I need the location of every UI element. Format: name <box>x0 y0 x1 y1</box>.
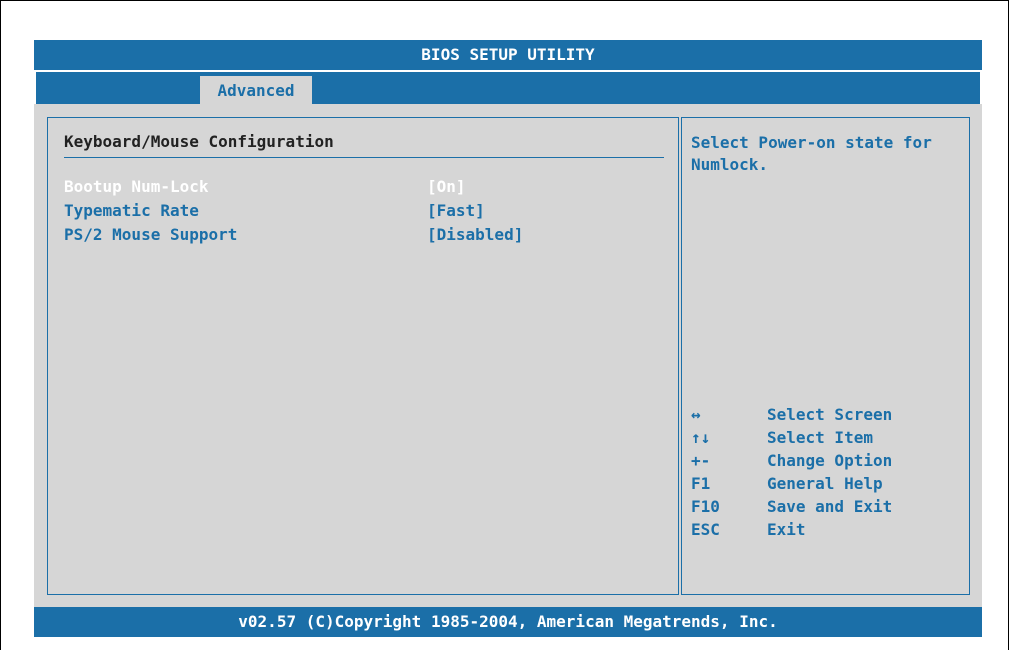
key-label: ESC <box>691 520 720 539</box>
key-row-general-help: F1 General Help <box>691 472 961 495</box>
key-row-select-item: ↑↓ Select Item <box>691 426 961 449</box>
key-legend: ↔ Select Screen ↑↓ Select Item +- Change… <box>691 403 961 541</box>
setting-label: PS/2 Mouse Support <box>64 225 238 244</box>
setting-label: Bootup Num-Lock <box>64 177 209 196</box>
key-row-change-option: +- Change Option <box>691 449 961 472</box>
key-action: Select Item <box>767 428 873 447</box>
key-action: Select Screen <box>767 405 893 424</box>
key-row-save-and-exit: F10 Save and Exit <box>691 495 961 518</box>
setting-value[interactable]: [Disabled] <box>427 223 523 247</box>
tab-bar-edge-right <box>980 72 982 104</box>
setting-typematic-rate[interactable]: Typematic Rate [Fast] <box>64 199 664 223</box>
setting-bootup-num-lock[interactable]: Bootup Num-Lock [On] <box>64 175 664 199</box>
help-panel: Select Power-on state for Numlock. ↔ Sel… <box>681 117 970 595</box>
key-label: F10 <box>691 497 720 516</box>
settings-panel: Keyboard/Mouse Configuration Bootup Num-… <box>47 117 679 595</box>
key-action: Save and Exit <box>767 497 893 516</box>
setting-ps2-mouse-support[interactable]: PS/2 Mouse Support [Disabled] <box>64 223 664 247</box>
title-bar: BIOS SETUP UTILITY <box>34 40 982 70</box>
settings-list: Bootup Num-Lock [On] Typematic Rate [Fas… <box>64 175 664 247</box>
window-title: BIOS SETUP UTILITY <box>421 45 595 64</box>
key-action: General Help <box>767 474 883 493</box>
section-divider <box>64 157 664 158</box>
tab-bar-edge-left <box>34 72 36 104</box>
key-action: Change Option <box>767 451 893 470</box>
setting-label: Typematic Rate <box>64 201 199 220</box>
left-right-arrow-icon: ↔ <box>691 405 701 424</box>
setting-value[interactable]: [Fast] <box>427 199 485 223</box>
key-action: Exit <box>767 520 806 539</box>
tab-advanced[interactable]: Advanced <box>200 76 312 106</box>
key-label: F1 <box>691 474 711 493</box>
key-label: +- <box>691 451 711 470</box>
copyright-text: v02.57 (C)Copyright 1985-2004, American … <box>238 612 778 631</box>
bios-window: BIOS SETUP UTILITY Advanced Keyboard/Mou… <box>34 40 982 637</box>
footer-bar: v02.57 (C)Copyright 1985-2004, American … <box>34 607 982 637</box>
up-down-arrow-icon: ↑↓ <box>691 428 711 447</box>
help-text: Select Power-on state for Numlock. <box>691 133 932 174</box>
section-title: Keyboard/Mouse Configuration <box>64 132 334 151</box>
key-row-select-screen: ↔ Select Screen <box>691 403 961 426</box>
tab-advanced-label: Advanced <box>217 81 295 100</box>
tab-bar: Advanced <box>34 70 982 106</box>
key-row-exit: ESC Exit <box>691 518 961 541</box>
setting-value[interactable]: [On] <box>427 175 466 199</box>
